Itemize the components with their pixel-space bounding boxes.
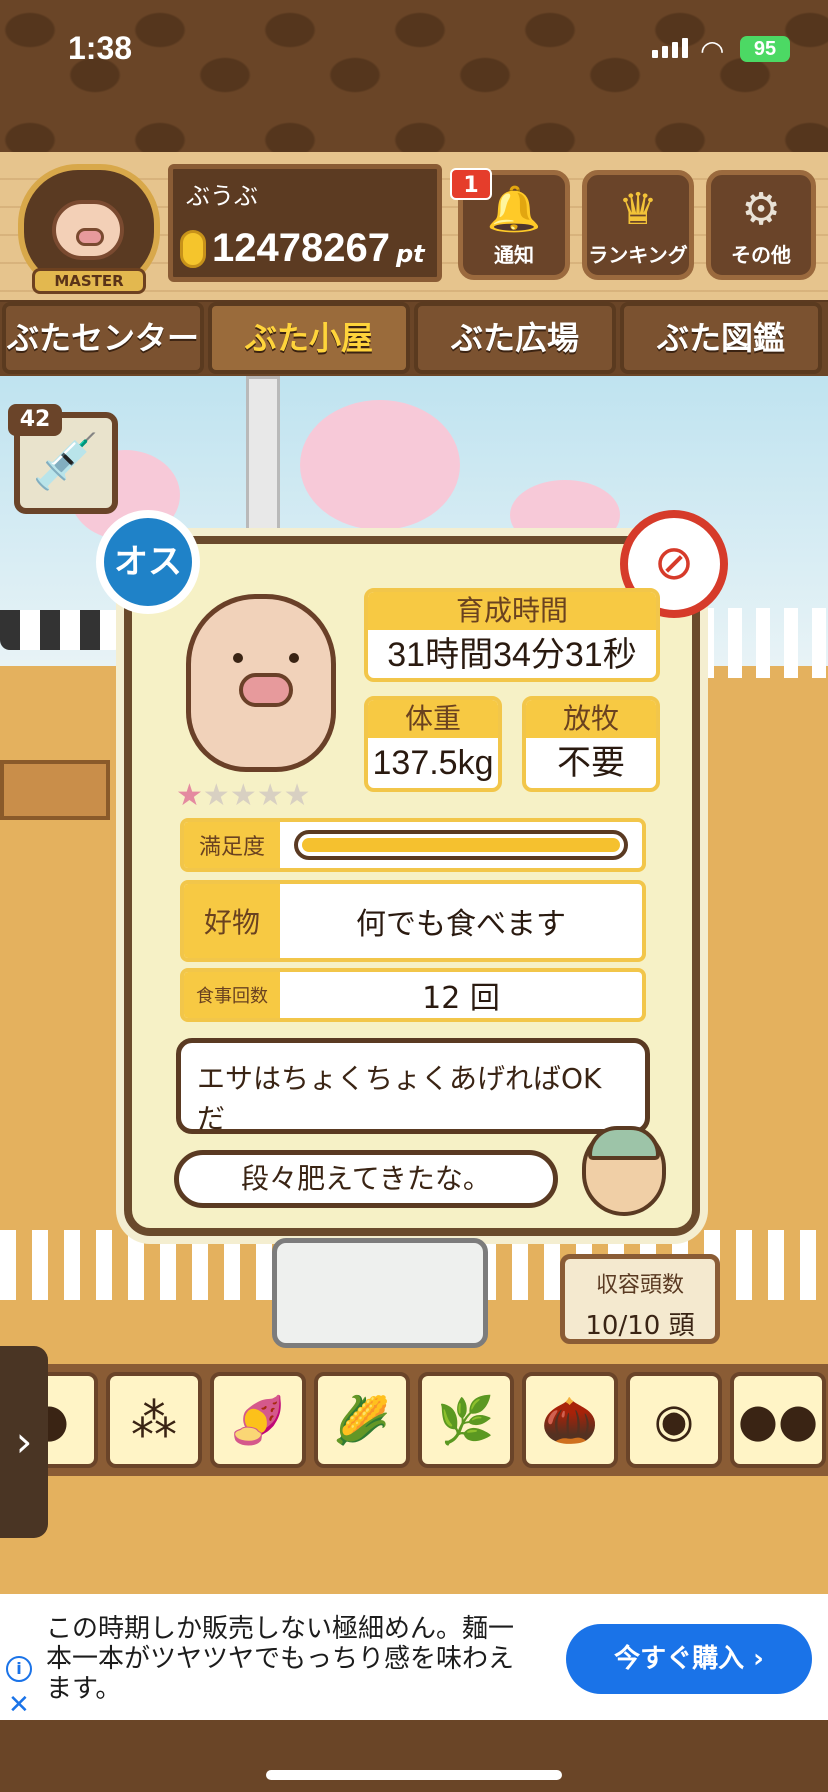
ad-text: この時期しか販売しない極細めん。麺一本一本がツヤツヤでもっちり感を味わえます。: [46, 1614, 515, 1704]
battery-indicator: 95: [740, 36, 790, 62]
master-banner: MASTER: [32, 268, 146, 294]
feed-nuts-button[interactable]: 🌿: [418, 1372, 514, 1468]
weight-box: 体重 137.5kg: [364, 696, 502, 792]
close-icon[interactable]: ✕: [8, 1690, 30, 1720]
star-icon: ★: [176, 778, 203, 813]
pig-face-icon: [52, 200, 124, 260]
feed-beans-plate-button[interactable]: ◉: [626, 1372, 722, 1468]
top-background: [0, 0, 828, 160]
tab-buta-encyclopedia[interactable]: ぶた図鑑: [620, 302, 822, 374]
username: ぶうぶ: [186, 182, 258, 210]
grazing-value: 不要: [557, 744, 625, 782]
signal-icon: [652, 38, 688, 58]
cherry-blossom-tree: [300, 400, 460, 530]
grazing-box: 放牧 不要: [522, 696, 660, 792]
vegetable-cart: [0, 610, 124, 850]
ranking-label: ランキング: [588, 243, 688, 267]
bottom-background: [0, 1720, 828, 1792]
buy-now-button[interactable]: 今すぐ購入 ›: [566, 1624, 812, 1694]
favorite-label: 好物: [184, 884, 280, 958]
ranking-button[interactable]: ♛ ランキング: [582, 170, 694, 280]
gear-icon: ⚙: [741, 184, 781, 235]
feed-corn-button[interactable]: 🌽: [314, 1372, 410, 1468]
fence: [700, 608, 828, 678]
tab-buta-center[interactable]: ぶたセンター: [2, 302, 204, 374]
pig-portrait: [186, 586, 336, 772]
tab-buta-hut[interactable]: ぶた小屋: [208, 302, 410, 374]
satisfaction-fill: [302, 838, 620, 852]
capacity-sign: 収容頭数 10/10 頭: [560, 1254, 720, 1344]
satisfaction-row: 満足度: [180, 818, 646, 872]
weight-value: 137.5kg: [372, 744, 494, 782]
male-icon: オス: [96, 510, 200, 614]
master-avatar[interactable]: MASTER: [18, 164, 160, 294]
wifi-icon: ◠: [700, 34, 725, 67]
weight-label: 体重: [368, 700, 498, 738]
favorite-value: 何でも食べます: [356, 907, 566, 942]
star-icon: ★: [202, 778, 230, 813]
notify-label: 通知: [494, 243, 534, 267]
favorite-row: 好物 何でも食べます: [180, 880, 646, 962]
speech-bubble: 段々肥えてきたな。: [174, 1150, 558, 1208]
growth-time-value: 31時間34分31秒: [387, 636, 637, 674]
home-indicator[interactable]: [266, 1770, 562, 1780]
info-icon[interactable]: i: [6, 1656, 32, 1682]
points-unit: pt: [395, 239, 425, 268]
other-label: その他: [731, 243, 791, 267]
satisfaction-bar: [294, 830, 628, 860]
crown-icon: ♛: [618, 184, 658, 235]
meals-value: 12 回: [422, 981, 500, 1016]
capacity-label: 収容頭数: [595, 1273, 684, 1298]
growth-time-box: 育成時間 31時間34分31秒: [364, 588, 660, 682]
status-time: 1:38: [68, 30, 133, 66]
points-display: 12478267 pt: [180, 226, 425, 271]
notification-badge: 1: [450, 168, 492, 200]
star-icon: ★: [256, 778, 284, 813]
meals-label: 食事回数: [184, 972, 280, 1018]
growth-time-label: 育成時間: [368, 592, 656, 630]
feed-sweet-potato-button[interactable]: 🍠: [210, 1372, 306, 1468]
meals-row: 食事回数 12 回: [180, 968, 646, 1022]
pole: [246, 376, 280, 556]
speech-bubble: エサはちょくちょくあげればOKだ: [176, 1038, 650, 1135]
syringe-count: 42: [8, 404, 62, 436]
points-value: 12478267: [212, 226, 390, 270]
capacity-value: 10/10 頭: [585, 1311, 695, 1341]
star-rating: ★★★★★: [176, 778, 311, 813]
star-icon: ★: [283, 778, 311, 813]
feed-truffles-button[interactable]: ●●: [730, 1372, 826, 1468]
other-button[interactable]: ⚙ その他: [706, 170, 816, 280]
star-icon: ★: [229, 778, 257, 813]
feed-grains-button[interactable]: ⁂: [106, 1372, 202, 1468]
feed-acorns-button[interactable]: 🌰: [522, 1372, 618, 1468]
tab-buta-plaza[interactable]: ぶた広場: [414, 302, 616, 374]
grazing-label: 放牧: [526, 700, 656, 738]
chevron-right-icon[interactable]: ›: [0, 1346, 48, 1538]
farmer-avatar: [582, 1126, 666, 1216]
satisfaction-label: 満足度: [184, 822, 280, 868]
coin-icon: [180, 229, 206, 268]
fan-machine[interactable]: [272, 1238, 488, 1348]
